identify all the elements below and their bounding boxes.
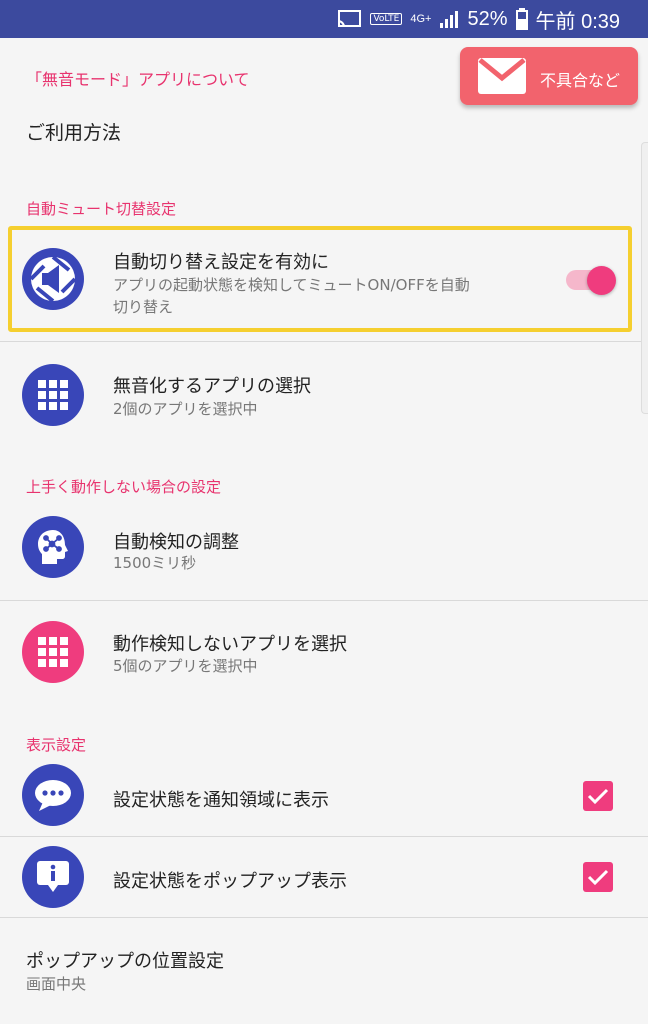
notify-checkbox[interactable] [583,781,613,811]
report-issue-button[interactable]: 不具合など [460,47,638,105]
exclude-apps-title: 動作検知しないアプリを選択 [113,634,347,655]
highlight-frame [8,226,632,332]
scrollbar[interactable] [641,142,648,414]
auto-switch-toggle-thumb[interactable] [587,266,616,295]
popup-row[interactable]: 設定状態をポップアップ表示 [0,837,648,917]
section-display: 表示設定 [26,736,87,754]
notify-row[interactable]: 設定状態を通知領域に表示 [0,756,648,836]
battery-icon [515,8,528,30]
grid-icon [22,364,84,426]
popup-position-subtitle: 画面中央 [26,975,87,993]
section-troubleshoot: 上手く動作しない場合の設定 [26,478,222,496]
info-bubble-icon [22,846,84,908]
popup-position-row[interactable]: ポップアップの位置設定 画面中央 [0,918,648,1018]
detection-row[interactable]: 自動検知の調整 1500ミリ秒 [0,500,648,600]
chat-bubble-icon [22,764,84,826]
section-auto-mute: 自動ミュート切替設定 [26,200,177,218]
popup-title: 設定状態をポップアップ表示 [113,871,347,892]
head-network-icon [22,516,84,578]
volte-indicator: VoLTE [370,13,403,25]
status-bar: VoLTE 4G+ 52% 午前 0:39 [0,0,648,38]
cast-icon [336,9,362,29]
network-type: 4G+ [410,13,432,25]
detection-title: 自動検知の調整 [113,532,239,553]
signal-icon [439,9,459,29]
mute-apps-row[interactable]: 無音化するアプリの選択 2個のアプリを選択中 [0,342,648,452]
exclude-apps-subtitle: 5個のアプリを選択中 [113,657,258,675]
check-icon [587,788,609,805]
popup-checkbox[interactable] [583,862,613,892]
check-icon [587,869,609,886]
grid-icon [22,621,84,683]
mail-icon [478,58,526,94]
mute-apps-subtitle: 2個のアプリを選択中 [113,400,258,418]
battery-percent: 52% [467,7,508,30]
exclude-apps-row[interactable]: 動作検知しないアプリを選択 5個のアプリを選択中 [0,601,648,711]
detection-subtitle: 1500ミリ秒 [113,554,197,572]
about-app-link[interactable]: 「無音モード」アプリについて [26,66,250,90]
mute-apps-title: 無音化するアプリの選択 [113,376,311,397]
notify-title: 設定状態を通知領域に表示 [113,790,329,811]
usage-link[interactable]: ご利用方法 [26,118,121,145]
report-issue-label: 不具合など [540,71,621,90]
clock: 午前 0:39 [535,10,620,33]
popup-position-title: ポップアップの位置設定 [26,951,224,972]
